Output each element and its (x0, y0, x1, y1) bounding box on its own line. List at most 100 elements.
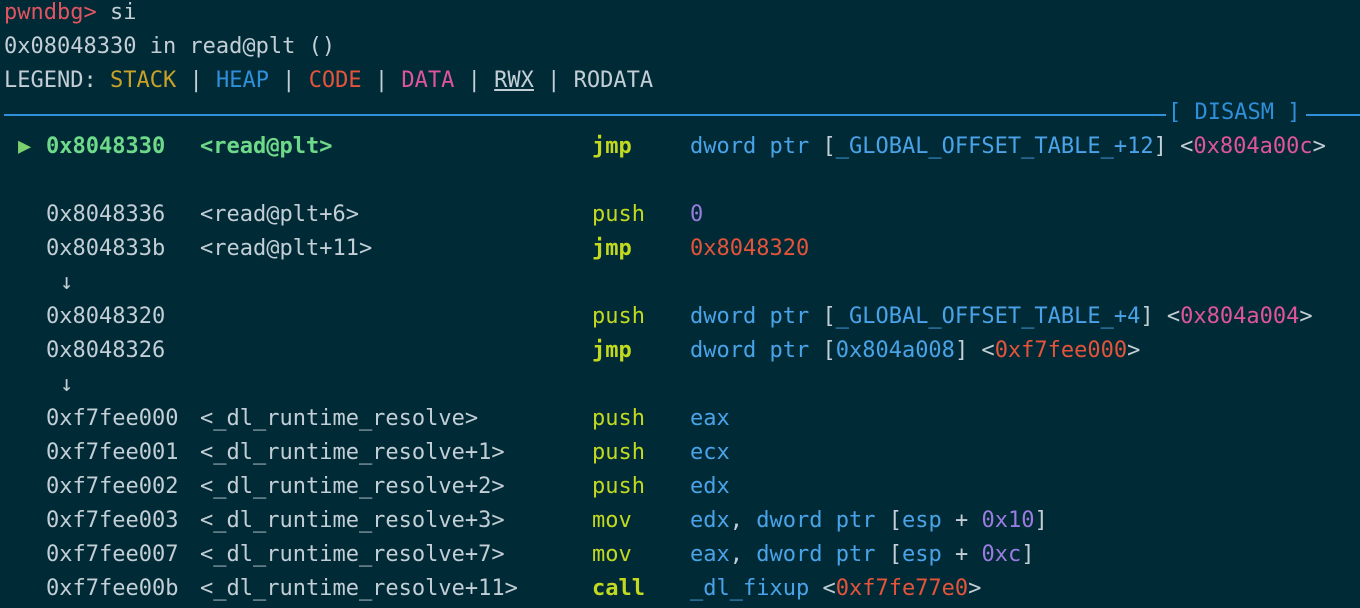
operand-token: 0 (690, 202, 704, 227)
instruction-symbol: <read@plt+6> (200, 202, 359, 227)
instruction-operands: eax, dword ptr [esp + 0xc] (690, 538, 1034, 572)
operand-token: 0xc (981, 542, 1022, 567)
operand-token: , (729, 508, 757, 533)
instruction-address: 0x8048330 (46, 134, 166, 159)
operand-token: ] < (954, 338, 995, 363)
instruction-mnemonic: mov (592, 508, 632, 533)
instruction-symbol: <_dl_runtime_resolve+2> (200, 474, 505, 499)
down-arrow-icon: ↓ (60, 270, 74, 295)
instruction-operands: edx (690, 470, 730, 504)
instruction-address: 0x804833b (46, 236, 166, 261)
instruction-mnemonic: call (592, 576, 645, 601)
instruction-symbol: <_dl_runtime_resolve+1> (200, 440, 505, 465)
instruction-row: 0xf7fee001 <_dl_runtime_resolve+1> push ecx (0, 436, 1360, 470)
instruction-row: 0xf7fee00b <_dl_runtime_resolve+11> call _d… (0, 572, 1360, 606)
operand-token: ] < (1153, 134, 1194, 159)
instruction-operands: eax (690, 402, 730, 436)
operand-token: , (729, 542, 757, 567)
instruction-operands: edx, dword ptr [esp + 0x10] (690, 504, 1048, 538)
instruction-address: 0xf7fee000 (46, 406, 179, 431)
legend-label: LEGEND: (4, 68, 110, 93)
operand-token: [ (875, 542, 902, 567)
operand-token: + (941, 542, 982, 567)
instruction-address: 0xf7fee003 (46, 508, 179, 533)
instruction-operands: ecx (690, 436, 730, 470)
instruction-mnemonic: jmp (592, 236, 632, 261)
operand-token: esp (901, 508, 942, 533)
instruction-mnemonic: mov (592, 542, 632, 567)
operand-token: esp (901, 542, 942, 567)
location-line: 0x08048330 in read@plt () (4, 34, 336, 59)
prompt-caret: > (83, 0, 97, 25)
instruction-symbol: <_dl_runtime_resolve+11> (200, 576, 518, 601)
instruction-row: 0x8048320 push dword ptr [_GLOBAL_OFFSET_T… (0, 300, 1360, 334)
operand-token: 0x10 (981, 508, 1035, 533)
operand-token: dword ptr (690, 134, 810, 159)
instruction-operands: dword ptr [_GLOBAL_OFFSET_TABLE_+4] <0x8… (690, 300, 1313, 334)
current-instruction-row: ▶ 0x8048330 <read@plt> jmp dword ptr [_GLOBA… (0, 130, 1360, 164)
instruction-row: 0x804833b <read@plt+11> jmp 0x8048320 (0, 232, 1360, 266)
operand-token: dword ptr (690, 338, 810, 363)
instruction-symbol: <read@plt> (200, 134, 333, 159)
operand-token: dword ptr (756, 542, 876, 567)
instruction-operands: dword ptr [0x804a008] <0xf7fee000> (690, 334, 1140, 368)
operand-token: ] < (1140, 304, 1181, 329)
instruction-operands: 0 (690, 198, 703, 232)
operand-token: ] (1034, 508, 1048, 533)
operand-token: > (968, 576, 982, 601)
current-instruction-marker: ▶ (18, 134, 32, 159)
instruction-mnemonic: jmp (592, 338, 632, 363)
instruction-address: 0x8048326 (46, 338, 166, 363)
operand-token: [ (875, 508, 902, 533)
operand-token: ] (1021, 542, 1035, 567)
operand-token: edx (690, 474, 730, 499)
instruction-mnemonic: push (592, 406, 645, 431)
operand-token: [ (809, 338, 836, 363)
instruction-mnemonic: push (592, 474, 645, 499)
instruction-address: 0xf7fee007 (46, 542, 179, 567)
instruction-mnemonic: push (592, 304, 645, 329)
operand-token: < (809, 576, 836, 601)
instruction-row: 0x8048336 <read@plt+6> push 0 (0, 198, 1360, 232)
instruction-address: 0xf7fee00b (46, 576, 179, 601)
operand-token: dword ptr (756, 508, 876, 533)
legend-code: CODE (308, 68, 362, 93)
prompt-command: si (96, 0, 137, 25)
instruction-operands: _dl_fixup <0xf7fe77e0> (690, 572, 981, 606)
prompt-line: pwndbg> si (4, 0, 136, 30)
instruction-address: 0x8048336 (46, 202, 166, 227)
operand-token: > (1299, 304, 1313, 329)
instruction-mnemonic: jmp (592, 134, 632, 159)
operand-token: ecx (690, 440, 730, 465)
legend-separator: | (176, 68, 216, 93)
down-arrow-icon: ↓ (60, 372, 74, 397)
terminal-window[interactable]: pwndbg> si 0x08048330 in read@plt () LEG… (0, 0, 1360, 608)
instruction-row: 0xf7fee002 <_dl_runtime_resolve+2> push edx (0, 470, 1360, 504)
instruction-address: 0xf7fee002 (46, 474, 179, 499)
legend-separator: | (268, 68, 309, 93)
operand-token: _dl_fixup (690, 576, 810, 601)
operand-token: > (1127, 338, 1141, 363)
legend-rwx: RWX (494, 68, 534, 93)
disasm-section-title: [ DISASM ] (1168, 100, 1301, 125)
operand-token: 0x804a008 (835, 338, 955, 363)
instruction-row: 0xf7fee003 <_dl_runtime_resolve+3> mov edx,… (0, 504, 1360, 538)
instruction-row: 0x8048326 jmp dword ptr [0x804a008] <0xf7f… (0, 334, 1360, 368)
operand-token: _GLOBAL_OFFSET_TABLE_+4 (835, 304, 1141, 329)
operand-token: 0xf7fe77e0 (835, 576, 969, 601)
legend-stack: STACK (109, 68, 177, 93)
operand-token: [ (809, 134, 836, 159)
control-flow-row: ↓ (0, 368, 1360, 402)
operand-token: edx (690, 508, 730, 533)
operand-token: dword ptr (690, 304, 810, 329)
instruction-mnemonic: push (592, 202, 645, 227)
operand-token: [ (809, 304, 836, 329)
instruction-address: 0x8048320 (46, 304, 166, 329)
section-divider (1306, 114, 1360, 116)
instruction-operands: dword ptr [_GLOBAL_OFFSET_TABLE_+12] <0x… (690, 130, 1326, 164)
operand-token: 0xf7fee000 (994, 338, 1128, 363)
operand-token: eax (690, 406, 730, 431)
legend-data: DATA (401, 68, 455, 93)
operand-token: 0x804a00c (1193, 134, 1313, 159)
operand-token: eax (690, 542, 730, 567)
